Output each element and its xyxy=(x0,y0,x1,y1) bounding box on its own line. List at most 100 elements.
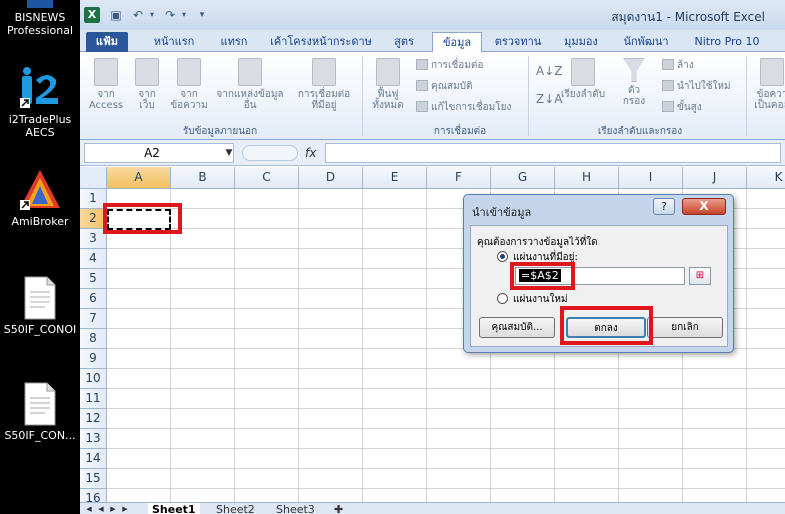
row-header[interactable]: 5 xyxy=(80,269,107,289)
column-header[interactable]: I xyxy=(619,167,683,189)
row-header[interactable]: 16 xyxy=(80,489,107,502)
column-header[interactable]: F xyxy=(427,167,491,189)
group-label-sort-filter: เรียงลำดับและกรอง xyxy=(597,126,683,137)
row-header[interactable]: 4 xyxy=(80,249,107,269)
from-access-button[interactable]: จาก Access xyxy=(84,58,128,111)
row-header[interactable]: 12 xyxy=(80,409,107,429)
help-button[interactable]: ? xyxy=(653,198,675,215)
column-header[interactable]: A xyxy=(107,167,171,189)
chevron-down-icon[interactable]: ▼ xyxy=(224,143,234,163)
tab-page-layout[interactable]: เค้าโครงหน้ากระดาษ xyxy=(266,32,376,52)
tab-nitro[interactable]: Nitro Pro 10 xyxy=(686,32,768,52)
redo-dropdown-icon[interactable]: ▾ xyxy=(176,7,192,23)
gridline-vertical xyxy=(362,189,363,502)
row-header[interactable]: 6 xyxy=(80,289,107,309)
row-header[interactable]: 8 xyxy=(80,329,107,349)
sheet-tab-sheet3[interactable]: Sheet3 xyxy=(276,503,315,514)
sheet-tab-sheet2[interactable]: Sheet2 xyxy=(216,503,255,514)
advanced-filter-button[interactable]: ขั้นสูง xyxy=(662,101,702,115)
excel-logo-icon[interactable]: X xyxy=(84,7,100,23)
sort-button[interactable]: เรียงลำดับ xyxy=(558,58,608,100)
access-icon xyxy=(94,58,118,86)
save-icon[interactable]: ▣ xyxy=(108,7,124,23)
tab-formulas[interactable]: สูตร xyxy=(386,32,422,52)
row-header[interactable]: 7 xyxy=(80,309,107,329)
bisnews-icon xyxy=(27,0,53,8)
tab-review[interactable]: ตรวจทาน xyxy=(490,32,546,52)
radio-new-worksheet[interactable] xyxy=(497,293,508,304)
desktop-icon-s50if-conoi[interactable]: S50IF_CONOI xyxy=(0,276,80,336)
column-header[interactable]: B xyxy=(171,167,235,189)
filter-funnel-icon xyxy=(623,58,645,82)
select-all-corner[interactable] xyxy=(80,167,107,189)
row-header[interactable]: 14 xyxy=(80,449,107,469)
edit-links-button[interactable]: แก้ไขการเชื่อมโยง xyxy=(416,101,511,115)
text-file-icon xyxy=(177,58,201,86)
cancel-button[interactable]: ยกเลิก xyxy=(647,317,723,338)
row-header[interactable]: 9 xyxy=(80,349,107,369)
i2tradeplus-icon xyxy=(20,67,58,108)
column-header[interactable]: H xyxy=(555,167,619,189)
close-button[interactable]: X xyxy=(682,198,726,215)
column-header[interactable]: K xyxy=(747,167,785,189)
gridline-horizontal xyxy=(107,488,785,489)
ribbon: จาก Access จาก เว็บ จาก ข้อความ จากแหล่ง… xyxy=(80,52,785,140)
amibroker-icon xyxy=(20,170,60,210)
clear-filter-button[interactable]: ล้าง xyxy=(662,59,694,73)
title-bar: X ▣ ↶ ▾ ↷ ▾ ▾ สมุดงาน1 - Microsoft Excel xyxy=(80,0,785,30)
from-web-button[interactable]: จาก เว็บ xyxy=(128,58,166,111)
column-header[interactable]: C xyxy=(235,167,299,189)
desktop-icon-bisnews[interactable]: BISNEWS Professional xyxy=(0,0,80,37)
undo-dropdown-icon[interactable]: ▾ xyxy=(144,7,160,23)
insert-sheet-icon[interactable]: ✚ xyxy=(334,503,343,514)
desktop-icon-i2tradeplus[interactable]: i2TradePlus AECS xyxy=(0,66,80,139)
collapse-dialog-icon[interactable]: ⊞ xyxy=(689,267,711,285)
last-sheet-icon[interactable]: ▶ xyxy=(120,504,130,514)
next-sheet-icon[interactable]: ▶ xyxy=(108,504,118,514)
refresh-all-button[interactable]: ฟื้นฟู ทั้งหมด xyxy=(368,58,408,111)
from-text-button[interactable]: จาก ข้อความ xyxy=(166,58,212,111)
gridline-horizontal xyxy=(107,368,785,369)
from-other-sources-button[interactable]: จากแหล่งข้อมูล อื่น xyxy=(212,58,288,111)
row-header[interactable]: 15 xyxy=(80,469,107,489)
gridline-vertical xyxy=(298,189,299,502)
row-header[interactable]: 13 xyxy=(80,429,107,449)
reapply-button[interactable]: นำไปใช้ใหม่ xyxy=(662,80,731,94)
formula-bar: A2 ▼ fx xyxy=(80,140,785,166)
connections-button[interactable]: การเชื่อมต่อ xyxy=(416,59,483,73)
column-header[interactable]: E xyxy=(363,167,427,189)
desktop-icon-amibroker[interactable]: AmiBroker xyxy=(0,168,80,228)
tab-insert[interactable]: แทรก xyxy=(212,32,256,52)
column-header[interactable]: G xyxy=(491,167,555,189)
tab-home[interactable]: หน้าแรก xyxy=(146,32,202,52)
gridline-horizontal xyxy=(107,428,785,429)
prev-sheet-icon[interactable]: ◀ xyxy=(96,504,106,514)
tab-data[interactable]: ข้อมูล xyxy=(432,32,482,53)
filter-button[interactable]: ตัว กรอง xyxy=(616,58,652,107)
desktop-icon-s50if-con[interactable]: S50IF_CON... xyxy=(0,382,80,442)
properties-button[interactable]: คุณสมบัติ... xyxy=(479,317,555,338)
formula-input[interactable] xyxy=(325,143,781,163)
connections-small-icon xyxy=(416,59,428,70)
first-sheet-icon[interactable]: ◀ xyxy=(84,504,94,514)
radio-new-worksheet-label: แผ่นงานใหม่ xyxy=(513,294,568,305)
tab-view[interactable]: มุมมอง xyxy=(556,32,606,52)
properties-button[interactable]: คุณสมบัติ xyxy=(416,80,473,94)
row-header[interactable]: 11 xyxy=(80,389,107,409)
row-header[interactable]: 10 xyxy=(80,369,107,389)
properties-icon xyxy=(416,80,428,91)
radio-existing-worksheet[interactable] xyxy=(497,251,508,262)
name-box[interactable]: A2 xyxy=(84,143,234,163)
tab-file[interactable]: แฟ้ม xyxy=(86,32,128,52)
sheet-tab-sheet1[interactable]: Sheet1 xyxy=(148,503,200,514)
gridline-vertical xyxy=(234,189,235,502)
gridline-horizontal xyxy=(107,448,785,449)
existing-connections-button[interactable]: การเชื่อมต่อ ที่มีอยู่ xyxy=(294,58,354,111)
column-header[interactable]: J xyxy=(683,167,747,189)
tab-developer[interactable]: นักพัฒนา xyxy=(616,32,676,52)
desktop-strip: BISNEWS Professional i2TradePlus AECS Am… xyxy=(0,0,80,514)
text-to-columns-button[interactable]: ข้อควา เป็นคอล xyxy=(752,58,785,111)
customize-qat-icon[interactable]: ▾ xyxy=(194,7,210,23)
insert-function-icon[interactable]: fx xyxy=(305,143,316,163)
column-header[interactable]: D xyxy=(299,167,363,189)
